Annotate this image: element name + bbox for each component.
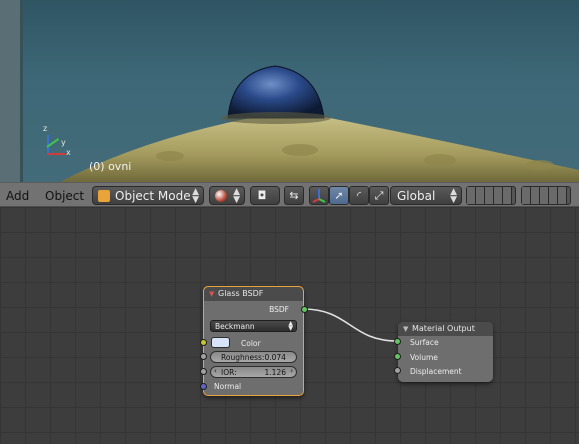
- axis-gizmo-icon: [312, 189, 326, 203]
- roughness-input-socket[interactable]: [200, 353, 207, 360]
- active-object-label: (0) ovni: [89, 160, 132, 173]
- increment-arrow-icon[interactable]: ›: [290, 367, 293, 375]
- displacement-label: Displacement: [410, 367, 462, 376]
- object-cube-icon: [98, 190, 110, 202]
- collapse-triangle-icon[interactable]: ▼: [403, 322, 408, 336]
- glass-bsdf-title: Glass BSDF: [218, 289, 264, 298]
- bsdf-output-socket[interactable]: [301, 306, 308, 313]
- transform-orientation-select[interactable]: Global ▲ ▼: [390, 186, 462, 205]
- volume-label: Volume: [410, 353, 438, 362]
- layer-button[interactable]: [494, 187, 503, 204]
- updown-arrow-icon: ▲ ▼: [233, 187, 240, 205]
- distribution-value: Beckmann: [215, 322, 255, 331]
- updown-arrow-icon: ▲ ▼: [288, 320, 293, 332]
- add-menu[interactable]: Add: [6, 189, 29, 203]
- ior-label: IOR:: [221, 368, 237, 377]
- surface-input-socket[interactable]: [394, 338, 401, 345]
- axis-x-label: x: [66, 148, 71, 157]
- decrement-arrow-icon[interactable]: ‹: [214, 367, 217, 375]
- 3d-viewport[interactable]: z x y (0) ovni: [0, 0, 579, 182]
- updown-arrow-icon: ▲ ▼: [192, 187, 199, 205]
- normal-label: Normal: [214, 382, 242, 391]
- layer-button[interactable]: [549, 187, 558, 204]
- pivot-icon: ◘: [257, 189, 267, 202]
- orientation-value: Global: [397, 189, 436, 203]
- roughness-value: Roughness:0.074: [221, 353, 286, 362]
- layer-button[interactable]: [485, 187, 494, 204]
- manipulator-toggle[interactable]: ⇆: [284, 186, 304, 205]
- ior-field[interactable]: ‹ IOR: 1.126 ›: [210, 366, 297, 378]
- volume-input-socket[interactable]: [394, 353, 401, 360]
- ior-value: 1.126: [264, 368, 286, 377]
- layer-button[interactable]: [467, 187, 476, 204]
- viewport-header: Add Object Object Mode ▲ ▼ ▲ ▼ ◘ ⇆ ➚ ◜ ⤢ G…: [0, 182, 579, 207]
- color-swatch[interactable]: [211, 337, 230, 348]
- axis-z-label: z: [43, 124, 48, 133]
- updown-arrow-icon: ▲ ▼: [450, 187, 457, 205]
- ufo-object-render: [60, 65, 579, 182]
- layer-buttons-group-1[interactable]: [466, 186, 516, 205]
- color-label: Color: [241, 339, 261, 348]
- normal-input-socket[interactable]: [200, 383, 207, 390]
- material-output-header[interactable]: ▼ Material Output: [398, 322, 493, 336]
- layer-button[interactable]: [476, 187, 485, 204]
- layer-buttons-group-2[interactable]: [521, 186, 571, 205]
- displacement-input-socket[interactable]: [394, 367, 401, 374]
- mode-select-value: Object Mode: [115, 189, 191, 203]
- collapse-triangle-icon[interactable]: ▼: [209, 287, 214, 301]
- layer-button[interactable]: [522, 187, 531, 204]
- rotate-tool-button[interactable]: ◜: [349, 186, 369, 205]
- layer-button[interactable]: [558, 187, 567, 204]
- layer-button[interactable]: [540, 187, 549, 204]
- distribution-select[interactable]: Beckmann ▲ ▼: [210, 320, 297, 332]
- bsdf-output-label: BSDF: [269, 305, 289, 314]
- material-output-node[interactable]: ▼ Material Output Surface Volume Displac…: [394, 322, 493, 382]
- transform-manipulator-icon[interactable]: [309, 186, 329, 205]
- viewport-shading-select[interactable]: ▲ ▼: [209, 186, 245, 205]
- shading-sphere-icon: [215, 190, 227, 202]
- surface-label: Surface: [410, 338, 439, 347]
- color-input-socket[interactable]: [200, 339, 207, 346]
- translate-tool-button[interactable]: ➚: [329, 186, 349, 205]
- axis-x-line: [47, 153, 65, 155]
- pivot-point-select[interactable]: ◘: [250, 186, 280, 205]
- object-menu[interactable]: Object: [45, 189, 84, 203]
- layer-button[interactable]: [531, 187, 540, 204]
- roughness-field[interactable]: Roughness:0.074: [210, 351, 297, 363]
- glass-bsdf-header[interactable]: ▼ Glass BSDF: [204, 287, 303, 301]
- glass-bsdf-node[interactable]: ▼ Glass BSDF BSDF Beckmann ▲ ▼ Color Roug…: [200, 286, 308, 396]
- ior-input-socket[interactable]: [200, 368, 207, 375]
- mode-select[interactable]: Object Mode ▲ ▼: [92, 186, 204, 205]
- scale-tool-button[interactable]: ⤢: [369, 186, 389, 205]
- node-editor[interactable]: ▼ Glass BSDF BSDF Beckmann ▲ ▼ Color Roug…: [0, 207, 579, 444]
- layer-button[interactable]: [503, 187, 512, 204]
- axis-y-label: y: [61, 138, 66, 147]
- material-output-title: Material Output: [412, 324, 475, 333]
